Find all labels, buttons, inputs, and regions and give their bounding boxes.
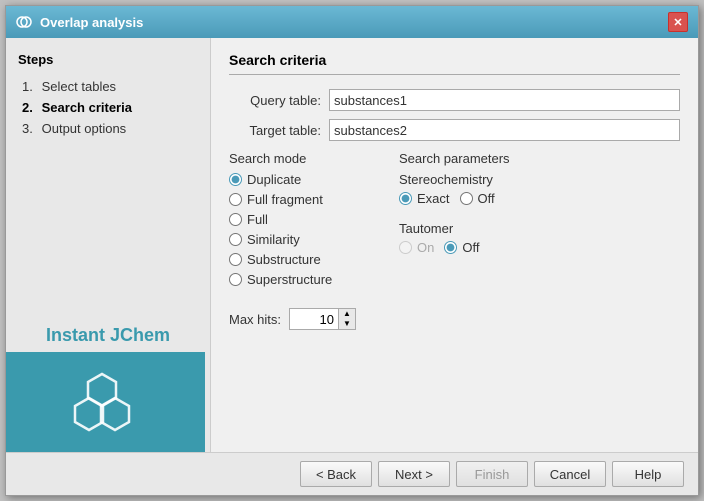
tautomer-panel: Tautomer On Off: [399, 221, 579, 260]
dialog-title: Overlap analysis: [40, 15, 143, 30]
max-hits-label: Max hits:: [229, 312, 281, 327]
tautomer-on-radio[interactable]: [399, 241, 412, 254]
brand-logo-icon: [62, 362, 142, 442]
stereochemistry-options: Exact Off: [399, 191, 579, 211]
search-mode-duplicate-label: Duplicate: [247, 172, 301, 187]
search-mode-full-row: Full: [229, 212, 379, 227]
max-hits-row: Max hits: ▲ ▼: [229, 308, 680, 330]
search-mode-substructure-radio[interactable]: [229, 253, 242, 266]
stereo-exact-label: Exact: [417, 191, 450, 206]
brand-logo: [6, 352, 205, 452]
tautomer-options: On Off: [399, 240, 579, 260]
query-table-row: Query table:: [229, 89, 680, 111]
search-params-label: Search parameters: [399, 151, 579, 166]
dialog-body: Steps 1. Select tables 2. Search criteri…: [6, 38, 698, 452]
spinner-down-button[interactable]: ▼: [339, 319, 355, 329]
max-hits-spinner: ▲ ▼: [289, 308, 356, 330]
brand-text: Instant JChem: [46, 325, 170, 346]
search-mode-fullfragment-row: Full fragment: [229, 192, 379, 207]
stereo-exact-row: Exact: [399, 191, 450, 206]
search-mode-duplicate-row: Duplicate: [229, 172, 379, 187]
cancel-button[interactable]: Cancel: [534, 461, 606, 487]
title-bar-left: Overlap analysis: [16, 14, 143, 30]
tautomer-on-label: On: [417, 240, 434, 255]
stereo-exact-radio[interactable]: [399, 192, 412, 205]
title-bar: Overlap analysis ✕: [6, 6, 698, 38]
tautomer-off-radio[interactable]: [444, 241, 457, 254]
dialog-icon: [16, 14, 32, 30]
next-button[interactable]: Next >: [378, 461, 450, 487]
step-3-number: 3.: [22, 121, 38, 136]
search-mode-similarity-row: Similarity: [229, 232, 379, 247]
step-2-label: Search criteria: [42, 100, 132, 115]
tautomer-on-row: On: [399, 240, 434, 255]
search-mode-substructure-row: Substructure: [229, 252, 379, 267]
section-title: Search criteria: [229, 52, 680, 75]
search-mode-similarity-label: Similarity: [247, 232, 300, 247]
search-options-row: Search mode Duplicate Full fragment Full: [229, 151, 680, 292]
spinner-up-button[interactable]: ▲: [339, 309, 355, 319]
search-mode-fullfragment-radio[interactable]: [229, 193, 242, 206]
back-button[interactable]: < Back: [300, 461, 372, 487]
stereo-off-radio[interactable]: [460, 192, 473, 205]
search-mode-superstructure-radio[interactable]: [229, 273, 242, 286]
query-table-label: Query table:: [229, 93, 329, 108]
main-content: Search criteria Query table: Target tabl…: [211, 38, 698, 452]
target-table-label: Target table:: [229, 123, 329, 138]
target-table-row: Target table:: [229, 119, 680, 141]
step-3: 3. Output options: [18, 119, 198, 138]
tautomer-off-row: Off: [444, 240, 479, 255]
search-mode-similarity-radio[interactable]: [229, 233, 242, 246]
search-params-panel: Search parameters Stereochemistry Exact …: [399, 151, 579, 292]
step-2-number: 2.: [22, 100, 38, 115]
close-button[interactable]: ✕: [668, 12, 688, 32]
search-mode-label: Search mode: [229, 151, 379, 166]
overlap-analysis-dialog: Overlap analysis ✕ Steps 1. Select table…: [5, 5, 699, 496]
stereochemistry-label: Stereochemistry: [399, 172, 579, 187]
target-table-input[interactable]: [329, 119, 680, 141]
sidebar-brand: Instant JChem: [18, 140, 198, 452]
tautomer-off-label: Off: [462, 240, 479, 255]
sidebar: Steps 1. Select tables 2. Search criteri…: [6, 38, 211, 452]
max-hits-input[interactable]: [289, 308, 339, 330]
search-mode-duplicate-radio[interactable]: [229, 173, 242, 186]
step-1-number: 1.: [22, 79, 38, 94]
query-table-input[interactable]: [329, 89, 680, 111]
step-3-label: Output options: [42, 121, 127, 136]
finish-button[interactable]: Finish: [456, 461, 528, 487]
stereo-off-row: Off: [460, 191, 495, 206]
search-mode-substructure-label: Substructure: [247, 252, 321, 267]
steps-list: 1. Select tables 2. Search criteria 3. O…: [18, 77, 198, 140]
dialog-footer: < Back Next > Finish Cancel Help: [6, 452, 698, 495]
tautomer-label: Tautomer: [399, 221, 579, 236]
stereo-off-label: Off: [478, 191, 495, 206]
step-1: 1. Select tables: [18, 77, 198, 96]
steps-title: Steps: [18, 52, 198, 67]
spinner-buttons: ▲ ▼: [339, 308, 356, 330]
search-mode-full-radio[interactable]: [229, 213, 242, 226]
search-mode-fullfragment-label: Full fragment: [247, 192, 323, 207]
search-mode-superstructure-label: Superstructure: [247, 272, 332, 287]
step-1-label: Select tables: [42, 79, 116, 94]
search-mode-superstructure-row: Superstructure: [229, 272, 379, 287]
stereochemistry-panel: Stereochemistry Exact Off: [399, 172, 579, 211]
search-mode-panel: Search mode Duplicate Full fragment Full: [229, 151, 379, 292]
help-button[interactable]: Help: [612, 461, 684, 487]
step-2: 2. Search criteria: [18, 98, 198, 117]
search-mode-full-label: Full: [247, 212, 268, 227]
